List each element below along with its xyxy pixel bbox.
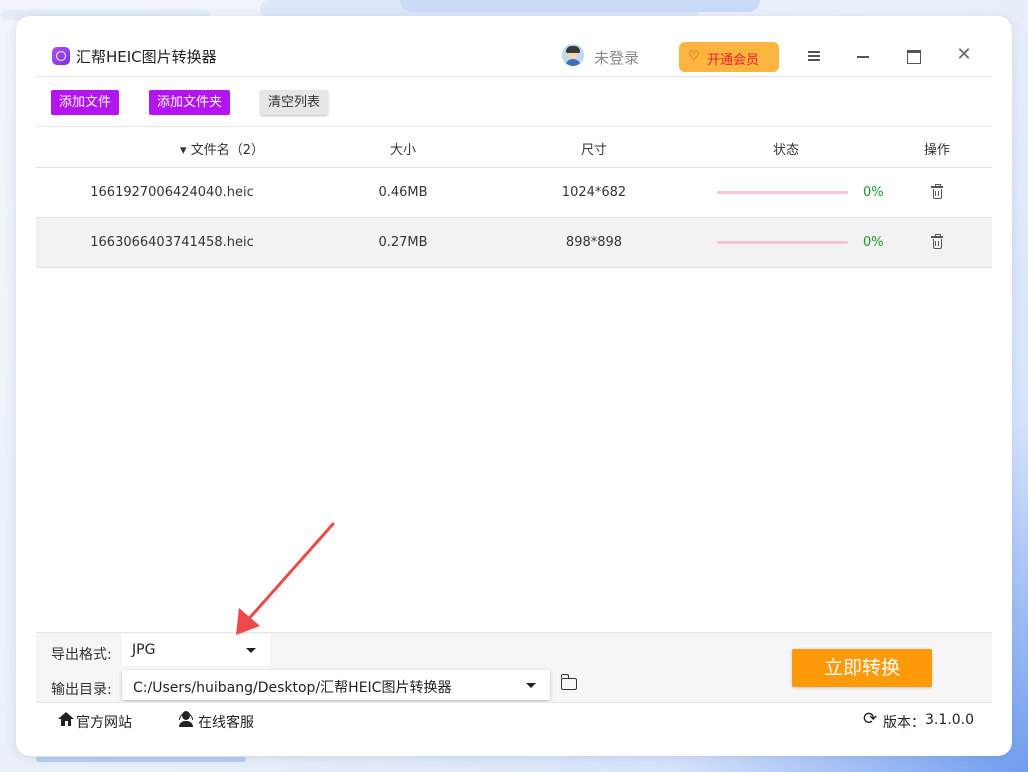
filename-cell: 1661927006424040.heic <box>90 185 254 200</box>
output-dir-value: C:/Users/huibang/Desktop/汇帮HEIC图片转换器 <box>133 680 452 696</box>
divider <box>36 76 992 77</box>
progress-bar <box>717 191 848 194</box>
size-cell: 0.46MB <box>378 185 428 200</box>
version-value: 3.1.0.0 <box>925 712 974 728</box>
website-link[interactable]: 官方网站 <box>76 712 132 732</box>
footer: 官方网站 在线客服 ⟳ 版本： 3.1.0.0 <box>36 702 992 737</box>
app-logo-icon <box>52 47 70 65</box>
trash-icon[interactable] <box>930 234 944 251</box>
table-row[interactable]: 1663066403741458.heic 0.27MB 898*898 0% <box>36 218 992 268</box>
output-settings: 导出格式: JPG 输出目录: C:/Users/huibang/Desktop… <box>36 632 992 703</box>
home-icon[interactable] <box>58 712 74 726</box>
output-dir-select[interactable]: C:/Users/huibang/Desktop/汇帮HEIC图片转换器 <box>122 670 550 700</box>
version-label: 版本： <box>883 715 925 731</box>
background-decoration <box>36 757 246 762</box>
column-header-action: 操作 <box>923 143 950 158</box>
main-panel: 汇帮HEIC图片转换器 未登录 ♡ 开通会员 ✕ 添加文件 添加文件夹 清空列表… <box>36 36 992 737</box>
format-label: 导出格式: <box>51 647 112 663</box>
table-header: ▾ 文件名（2） 大小 尺寸 状态 操作 <box>36 127 992 168</box>
close-icon[interactable]: ✕ <box>952 44 976 68</box>
menu-icon[interactable] <box>802 44 826 68</box>
progress-bar <box>717 241 848 244</box>
diamond-icon: ♡ <box>688 49 700 64</box>
vip-button-label: 开通会员 <box>707 53 760 68</box>
size-cell: 0.27MB <box>378 235 428 250</box>
format-value: JPG <box>132 642 156 658</box>
maximize-icon[interactable] <box>902 44 926 68</box>
app-title: 汇帮HEIC图片转换器 <box>76 48 217 66</box>
support-link[interactable]: 在线客服 <box>198 712 254 732</box>
dimensions-cell: 1024*682 <box>561 185 627 200</box>
column-header-dimensions: 尺寸 <box>580 143 607 158</box>
output-dir-label: 输出目录: <box>51 682 112 698</box>
filename-cell: 1663066403741458.heic <box>90 235 254 250</box>
clear-list-button[interactable]: 清空列表 <box>260 90 328 115</box>
progress-percent: 0% <box>863 235 884 250</box>
vip-button[interactable]: ♡ 开通会员 <box>679 42 779 72</box>
refresh-icon[interactable]: ⟳ <box>863 711 877 728</box>
add-folder-button[interactable]: 添加文件夹 <box>149 90 230 115</box>
column-header-status: 状态 <box>772 143 799 158</box>
login-status[interactable]: 未登录 <box>594 47 639 68</box>
dimensions-cell: 898*898 <box>565 235 623 250</box>
progress-percent: 0% <box>863 185 884 200</box>
caret-down-icon <box>526 683 536 688</box>
minimize-icon[interactable] <box>852 44 876 68</box>
table-row[interactable]: 1661927006424040.heic 0.46MB 1024*682 0% <box>36 168 992 218</box>
trash-icon[interactable] <box>930 184 944 201</box>
caret-down-icon <box>246 648 256 653</box>
support-agent-icon[interactable] <box>178 711 194 727</box>
format-select[interactable]: JPG <box>122 634 270 666</box>
convert-button[interactable]: 立即转换 <box>792 649 932 687</box>
avatar-icon[interactable] <box>562 44 584 66</box>
app-window: 汇帮HEIC图片转换器 未登录 ♡ 开通会员 ✕ 添加文件 添加文件夹 清空列表… <box>16 16 1012 756</box>
column-header-size: 大小 <box>389 143 416 158</box>
folder-open-icon[interactable] <box>560 674 577 690</box>
title-bar: 汇帮HEIC图片转换器 未登录 ♡ 开通会员 ✕ <box>36 36 992 76</box>
background-decoration <box>400 0 760 12</box>
add-file-button[interactable]: 添加文件 <box>51 90 119 115</box>
column-header-filename[interactable]: ▾ 文件名（2） <box>122 139 322 158</box>
